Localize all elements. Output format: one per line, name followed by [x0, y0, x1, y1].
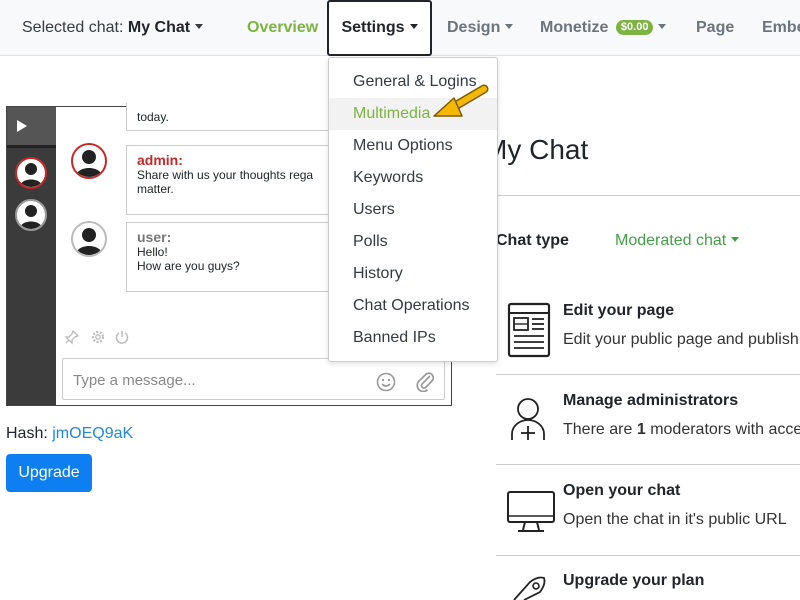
caret-down-icon	[409, 24, 418, 29]
top-nav: Selected chat: My Chat Overview Settings…	[0, 0, 800, 56]
user-silhouette-icon	[76, 150, 102, 177]
nav-settings-label: Settings	[341, 19, 405, 36]
emoji-icon[interactable]	[376, 372, 396, 392]
monetize-badge: $0.00	[615, 20, 654, 35]
card-title[interactable]: Open your chat	[563, 482, 680, 500]
menu-item-menu-options[interactable]: Menu Options	[329, 130, 497, 162]
pointer-arrow-icon	[433, 84, 489, 117]
page-title: My Chat	[484, 134, 589, 165]
online-user-avatar[interactable]	[15, 199, 47, 231]
admin-avatar	[71, 143, 107, 179]
rocket-icon	[513, 576, 546, 600]
paperclip-icon[interactable]	[415, 370, 435, 392]
admin-count-suffix: moderators with acce	[650, 421, 800, 438]
nav-design-label: Design	[447, 19, 501, 36]
user-silhouette-icon	[20, 163, 42, 187]
card-title[interactable]: Edit your page	[563, 302, 674, 320]
caret-down-icon	[731, 237, 740, 242]
menu-item-polls[interactable]: Polls	[329, 226, 497, 258]
upgrade-button[interactable]: Upgrade	[6, 454, 92, 492]
nav-monetize[interactable]: Monetize $0.00	[540, 0, 667, 56]
divider	[496, 195, 800, 196]
chat-type-value: Moderated chat	[615, 232, 727, 249]
user-add-icon	[511, 398, 545, 440]
nav-overview[interactable]: Overview	[247, 0, 318, 56]
user-silhouette-icon	[20, 205, 42, 229]
nav-design[interactable]: Design	[447, 0, 514, 56]
message-text: Hello!	[137, 245, 168, 259]
play-button[interactable]	[7, 107, 56, 145]
card-title[interactable]: Upgrade your plan	[563, 572, 704, 590]
message-text: matter.	[137, 182, 174, 196]
chat-sidebar	[7, 107, 56, 405]
selected-chat-dropdown[interactable]: Selected chat: My Chat	[22, 0, 204, 56]
nav-monetize-label: Monetize	[540, 19, 609, 36]
monitor-icon	[507, 491, 555, 532]
caret-down-icon	[505, 24, 514, 29]
card-title[interactable]: Manage administrators	[563, 392, 738, 410]
user-silhouette-icon	[76, 228, 102, 255]
caret-down-icon	[195, 24, 204, 29]
hash-label: Hash:	[6, 425, 48, 442]
menu-item-users[interactable]: Users	[329, 194, 497, 226]
message-input[interactable]	[73, 369, 363, 391]
message-text: today.	[137, 110, 169, 124]
play-icon	[17, 120, 27, 132]
message-text: Share with us your thoughts rega	[137, 168, 314, 182]
pin-icon[interactable]	[64, 329, 80, 345]
selected-chat-name: My Chat	[127, 19, 191, 36]
gear-icon[interactable]	[90, 329, 106, 345]
chat-hash: Hash: jmOEQ9aK	[6, 425, 133, 443]
menu-item-history[interactable]: History	[329, 258, 497, 290]
nav-page[interactable]: Page	[696, 0, 734, 56]
card-description: Edit your public page and publish	[563, 331, 799, 348]
menu-item-keywords[interactable]: Keywords	[329, 162, 497, 194]
admin-count: 1	[636, 421, 646, 438]
message-input-box	[62, 358, 445, 400]
nav-embed[interactable]: Embe	[762, 0, 800, 56]
online-user-avatar[interactable]	[15, 157, 47, 189]
nav-settings[interactable]: Settings	[327, 0, 432, 56]
divider	[496, 464, 800, 465]
power-icon[interactable]	[114, 329, 130, 345]
chat-type-label: Chat type	[496, 232, 569, 249]
message-text: How are you guys?	[137, 259, 240, 273]
hash-link[interactable]: jmOEQ9aK	[52, 425, 133, 442]
page-icon	[507, 302, 551, 358]
sidebar-divider	[7, 145, 56, 148]
chat-type-dropdown[interactable]: Moderated chat	[615, 232, 740, 250]
selected-chat-prefix: Selected chat:	[22, 19, 124, 36]
caret-down-icon	[658, 24, 667, 29]
card-description: There are 1 moderators with acce	[563, 421, 800, 439]
user-avatar	[71, 221, 107, 257]
menu-item-banned-ips[interactable]: Banned IPs	[329, 322, 497, 354]
admin-count-prefix: There are	[563, 421, 633, 438]
card-description: Open the chat in it's public URL	[563, 511, 787, 528]
divider	[496, 555, 800, 556]
divider	[496, 374, 800, 375]
menu-item-chat-operations[interactable]: Chat Operations	[329, 290, 497, 322]
